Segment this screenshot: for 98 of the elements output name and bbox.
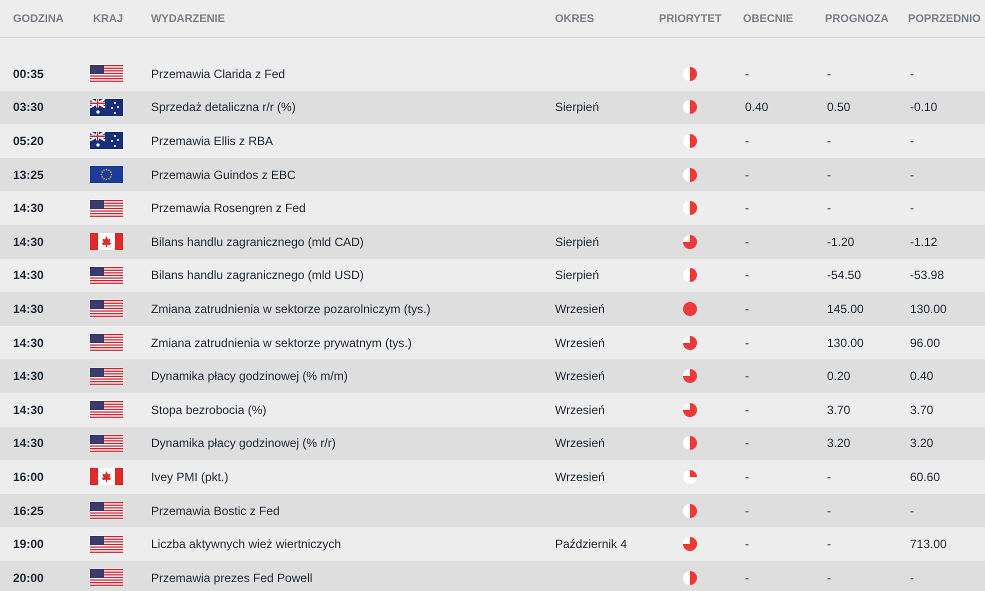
actual-value: -	[744, 369, 749, 384]
actual-value: -	[744, 402, 749, 417]
event-time: 14:30	[13, 369, 45, 384]
event-name: Bilans handlu zagranicznego (mld USD)	[151, 268, 365, 282]
previous-value: 60.60	[909, 470, 940, 484]
event-time: 14:30	[13, 201, 45, 216]
actual-value: -	[744, 66, 749, 81]
event-name: Zmiana zatrudnienia w sektorze pozarolniczym (tys.)	[151, 302, 432, 316]
forecast-value: 3.70	[826, 402, 850, 417]
event-time: 14:30	[13, 268, 45, 282]
previous-value: -	[909, 168, 914, 182]
actual-value: -	[744, 268, 749, 282]
actual-value: -	[744, 537, 749, 552]
previous-value: -	[909, 134, 914, 148]
event-time: 14:30	[13, 402, 45, 417]
actual-value: -	[744, 302, 749, 316]
event-name: Liczba aktywnych wież wiertniczych	[151, 537, 342, 552]
actual-value: -	[744, 336, 749, 350]
forecast-value: -1.20	[826, 234, 854, 249]
previous-value: -	[909, 201, 914, 216]
previous-value: -0.10	[909, 100, 938, 114]
column-header: KRAJ	[92, 12, 124, 24]
event-period: Wrzesień	[555, 436, 605, 450]
forecast-value: 3.20	[826, 436, 850, 450]
previous-value: -	[909, 504, 914, 518]
column-header: OKRES	[555, 12, 596, 24]
event-time: 03:30	[13, 100, 45, 114]
previous-value: -53.98	[909, 268, 944, 282]
column-header: OBECNIE	[743, 12, 794, 24]
column-header: PROGNOZA	[825, 12, 890, 24]
event-time: 05:20	[13, 134, 45, 148]
forecast-value: -	[826, 537, 831, 552]
previous-value: 130.00	[909, 302, 947, 316]
forecast-value: -	[826, 168, 831, 182]
event-name: Przemawia Ellis z RBA	[151, 134, 274, 148]
event-name: Zmiana zatrudnienia w sektorze prywatnym (tys.)	[151, 336, 413, 350]
previous-value: 3.20	[909, 436, 934, 450]
actual-value: -	[744, 134, 749, 148]
event-name: Dynamika płacy godzinowej (% r/r)	[151, 436, 337, 450]
event-time: 14:30	[13, 436, 45, 450]
actual-value: -	[744, 201, 749, 216]
forecast-value: -	[826, 201, 831, 216]
event-name: Przemawia prezes Fed Powell	[151, 570, 314, 585]
event-time: 13:25	[13, 168, 45, 182]
forecast-value: -	[826, 570, 831, 585]
event-period: Październik 4	[555, 537, 628, 552]
event-name: Stopa bezrobocia (%)	[151, 402, 268, 417]
event-time: 16:25	[13, 504, 45, 518]
event-period: Sierpień	[555, 268, 600, 282]
event-name: Przemawia Clarida z Fed	[151, 66, 286, 81]
event-name: Ivey PMI (pkt.)	[151, 470, 230, 484]
previous-value: -	[909, 66, 914, 81]
event-name: Bilans handlu zagranicznego (mld CAD)	[151, 234, 365, 249]
previous-value: 713.00	[909, 537, 947, 552]
forecast-value: -54.50	[826, 268, 862, 282]
event-period: Wrzesień	[555, 470, 605, 484]
event-time: 14:30	[13, 302, 45, 316]
forecast-value: 145.00	[826, 302, 864, 316]
forecast-value: -	[826, 134, 831, 148]
previous-value: 96.00	[909, 336, 940, 350]
actual-value: -	[744, 504, 749, 518]
event-time: 14:30	[13, 234, 45, 249]
forecast-value: 130.00	[826, 336, 864, 350]
actual-value: -	[744, 234, 749, 249]
event-name: Przemawia Guindos z EBC	[151, 168, 297, 182]
column-header: GODZINA	[13, 12, 65, 24]
event-period: Wrzesień	[555, 369, 605, 384]
actual-value: -	[744, 470, 749, 484]
previous-value: -	[909, 570, 914, 585]
previous-value: 0.40	[909, 369, 934, 384]
actual-value: -	[744, 570, 749, 585]
event-period: Wrzesień	[555, 302, 605, 316]
event-period: Wrzesień	[555, 336, 605, 350]
forecast-value: -	[826, 470, 831, 484]
event-period: Sierpień	[555, 234, 600, 249]
forecast-value: 0.20	[826, 369, 850, 384]
event-name: Przemawia Bostic z Fed	[151, 504, 281, 518]
column-header: POPRZEDNIO	[908, 12, 982, 24]
actual-value: 0.40	[744, 100, 768, 114]
column-header: PRIORYTET	[659, 12, 723, 24]
previous-value: -1.12	[909, 234, 938, 249]
actual-value: -	[744, 168, 749, 182]
event-period: Sierpień	[555, 100, 600, 114]
previous-value: 3.70	[909, 402, 934, 417]
event-name: Dynamika płacy godzinowej (% m/m)	[151, 369, 349, 384]
event-time: 20:00	[13, 570, 45, 585]
column-header: WYDARZENIE	[151, 12, 226, 24]
event-time: 14:30	[13, 336, 45, 350]
event-time: 19:00	[13, 537, 45, 552]
event-name: Przemawia Rosengren z Fed	[151, 201, 307, 216]
forecast-value: -	[826, 66, 831, 81]
event-time: 16:00	[13, 470, 45, 484]
event-period: Wrzesień	[555, 402, 605, 417]
event-time: 00:35	[13, 66, 45, 81]
event-name: Sprzedaż detaliczna r/r (%)	[151, 100, 297, 114]
forecast-value: -	[826, 504, 831, 518]
actual-value: -	[744, 436, 749, 450]
forecast-value: 0.50	[826, 100, 850, 114]
